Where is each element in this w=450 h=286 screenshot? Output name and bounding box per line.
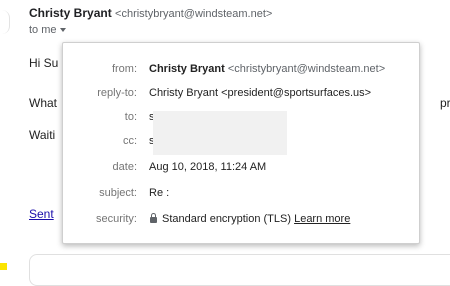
date-value: Aug 10, 2018, 11:24 AM [149, 161, 267, 173]
detail-row-security: security: Standard encryption (TLS) Lear… [63, 213, 419, 231]
sender-email: <christybryant@windsteam.net> [115, 8, 273, 20]
detail-label: to: [124, 111, 137, 123]
detail-row-reply-to: reply-to: Christy Bryant <president@spor… [63, 87, 419, 105]
sender-name[interactable]: Christy Bryant [29, 6, 112, 20]
message-body-fragment: proc [440, 96, 450, 110]
message-header: Christy Bryant <christybryant@windsteam.… [29, 6, 272, 21]
subject-value: Re : [149, 187, 170, 199]
redaction-box [153, 111, 287, 155]
message-body-line: What [29, 96, 58, 110]
from-name: Christy Bryant [149, 63, 225, 75]
sent-link[interactable]: Sent [29, 207, 54, 221]
message-details-popup: from: Christy Bryant <christybryant@wind… [62, 42, 420, 244]
detail-label: subject: [99, 187, 137, 199]
security-value: Standard encryption (TLS) Learn more [149, 213, 350, 225]
message-body-line: Hi Su [29, 56, 59, 70]
detail-label: security: [96, 213, 137, 225]
chevron-down-icon[interactable] [59, 28, 66, 33]
to-me-label: to me [29, 24, 57, 36]
detail-label: from: [111, 63, 137, 75]
detail-value: Christy Bryant <christybryant@windsteam.… [149, 63, 385, 75]
highlight-marker [0, 263, 7, 270]
learn-more-link[interactable]: Learn more [294, 213, 350, 225]
reply-box[interactable] [29, 254, 450, 286]
detail-label: reply-to: [97, 87, 137, 99]
reply-to-value: Christy Bryant <president@sportsurfaces.… [149, 87, 372, 99]
lock-icon [150, 213, 157, 223]
from-email: <christybryant@windsteam.net> [227, 63, 386, 75]
recipient-summary[interactable]: to me [29, 24, 66, 36]
message-body-line: Waiti [29, 128, 56, 142]
detail-label: date: [112, 161, 137, 173]
detail-label: cc: [122, 135, 137, 147]
security-text: Standard encryption (TLS) [162, 213, 292, 225]
detail-row-date: date: Aug 10, 2018, 11:24 AM [63, 161, 419, 179]
detail-row-from: from: Christy Bryant <christybryant@wind… [63, 63, 419, 81]
thread-indicator [0, 10, 10, 34]
detail-row-subject: subject: Re : [63, 187, 419, 205]
